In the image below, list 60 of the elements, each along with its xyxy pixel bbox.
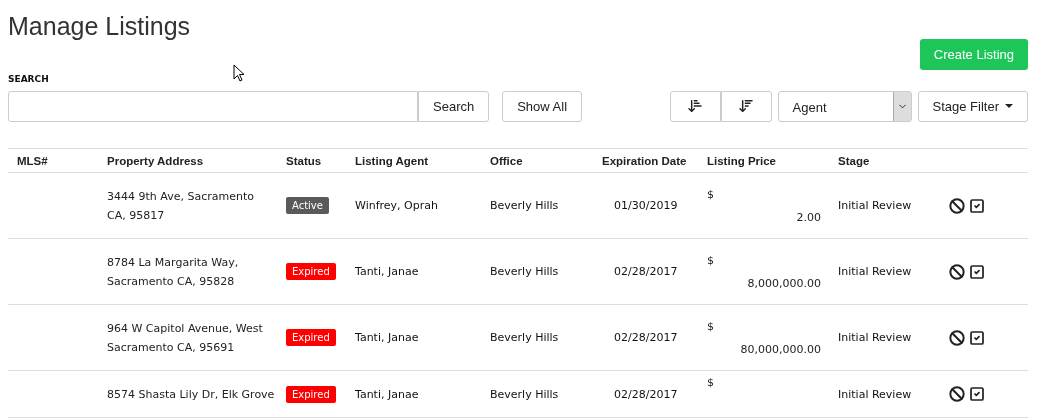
date-cell-text: 01/30/2019: [613, 199, 679, 212]
status-badge: Expired: [286, 263, 336, 280]
address-cell-text: 8574 Shasta Lily Dr, Elk Grove: [106, 387, 276, 403]
ban-icon[interactable]: [949, 329, 965, 346]
search-label: SEARCH: [8, 74, 50, 84]
agent-select[interactable]: Agent: [777, 90, 912, 122]
address-cell-text: 3444 9th Ave, Sacramento CA, 95817: [106, 189, 255, 224]
search-field[interactable]: [8, 90, 418, 122]
date-cell-text: 02/28/2017: [613, 265, 679, 278]
search-button[interactable]: Search: [418, 90, 490, 122]
checkbox-icon[interactable]: [969, 329, 985, 346]
date-cell-text: 02/28/2017: [613, 331, 679, 344]
column-header: MLS#: [16, 154, 49, 169]
status-badge: Expired: [286, 329, 336, 346]
office-cell-text: Beverly Hills: [489, 265, 560, 278]
price-cell: 2.00: [796, 210, 821, 224]
ban-icon[interactable]: [949, 386, 965, 402]
stage-filter-button[interactable]: Stage Filter: [917, 90, 1028, 122]
currency-symbol: $: [707, 319, 715, 333]
caret-icon: [1005, 104, 1013, 108]
sort-ascending-icon: [687, 98, 703, 114]
ban-icon[interactable]: [949, 263, 965, 280]
column-header: Stage: [837, 154, 871, 169]
office-cell-text: Beverly Hills: [489, 199, 560, 212]
currency-symbol: $: [707, 376, 715, 389]
price-cell: 8,000,000.00: [747, 276, 821, 290]
office-cell-text: Beverly Hills: [489, 387, 560, 401]
stage-cell-text: Initial Review: [837, 199, 913, 212]
stage-cell-text: Initial Review: [837, 331, 913, 344]
stage-cell-text: Initial Review: [837, 387, 913, 401]
date-cell-text: 02/28/2017: [613, 387, 679, 401]
status-badge: Expired: [286, 385, 336, 403]
column-header: Expiration Date: [601, 154, 688, 169]
status-badge: Active: [286, 197, 329, 214]
office-cell-text: Beverly Hills: [489, 331, 560, 344]
checkbox-icon[interactable]: [969, 263, 985, 280]
sort-ascending-button[interactable]: [669, 90, 721, 122]
agent-cell-text: Winfrey, Oprah: [354, 199, 439, 212]
address-cell-text: 8784 La Margarita Way, Sacramento CA, 95828: [106, 255, 240, 290]
page-title: Manage Listings: [8, 12, 191, 41]
cursor-icon: [233, 64, 245, 82]
currency-symbol: $: [707, 253, 715, 267]
agent-cell-text: Tanti, Janae: [354, 387, 420, 401]
column-header: Office: [489, 154, 524, 169]
price-cell: 80,000,000.00: [740, 342, 821, 356]
column-header: Status: [285, 154, 323, 169]
stage-cell-text: Initial Review: [837, 265, 913, 278]
sort-descending-button[interactable]: [720, 90, 772, 122]
agent-cell-text: Tanti, Janae: [354, 265, 420, 278]
checkbox-icon[interactable]: [969, 386, 985, 402]
column-header: Property Address: [106, 154, 205, 169]
address-cell-text: 964 W Capitol Avenue, West Sacramento CA, 95691: [106, 321, 264, 356]
ban-icon[interactable]: [949, 197, 965, 214]
column-header: Listing Price: [706, 154, 778, 169]
show-all-button[interactable]: Show All: [502, 90, 583, 122]
sort-descending-icon: [738, 98, 754, 114]
agent-cell-text: Tanti, Janae: [354, 331, 420, 344]
column-header: Listing Agent: [354, 154, 430, 169]
currency-symbol: $: [707, 187, 715, 201]
checkbox-icon[interactable]: [969, 197, 985, 214]
